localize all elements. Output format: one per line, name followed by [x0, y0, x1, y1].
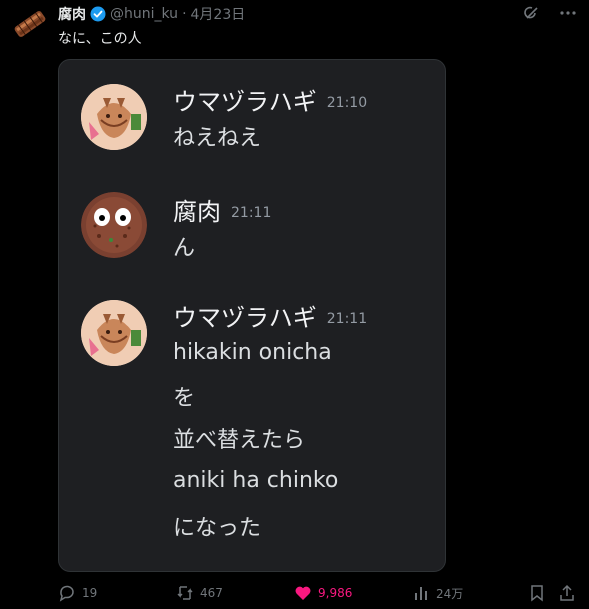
attached-image[interactable]: ウマヅラハギ 21:10 ねえねえ 腐肉 21:11 ん ウマヅラハギ 21:1…	[58, 59, 446, 572]
like-button[interactable]: 9,986	[294, 584, 352, 602]
views-button[interactable]: 24万	[412, 584, 463, 602]
share-icon	[560, 584, 574, 601]
horse-avatar	[81, 300, 147, 366]
more-icon[interactable]	[559, 4, 577, 22]
separator: ·	[182, 6, 187, 22]
reply-count: 19	[82, 586, 98, 600]
like-count: 9,986	[318, 586, 353, 600]
share-button[interactable]	[558, 584, 576, 602]
repost-icon	[177, 586, 193, 600]
message-author: 腐肉 21:11	[173, 192, 271, 227]
grok-icon[interactable]	[523, 4, 541, 22]
message-time: 21:11	[326, 311, 368, 327]
tweet-text: なに、この人	[58, 31, 142, 47]
message-time: 21:10	[326, 95, 368, 111]
tweet: 腐肉 @huni_ku · 4月23日 なに、この人 ウマヅラハギ 21:10 …	[0, 0, 589, 609]
heart-icon	[295, 586, 311, 600]
view-count: 24万	[436, 586, 464, 601]
message-text: を	[173, 386, 196, 411]
horse-avatar	[81, 84, 147, 150]
display-name[interactable]: 腐肉	[58, 4, 86, 24]
handle[interactable]: @huni_ku	[110, 6, 178, 22]
reply-icon	[59, 585, 74, 602]
message-time: 21:11	[231, 205, 272, 221]
post-date[interactable]: 4月23日	[191, 4, 246, 24]
post-header: 腐肉 @huni_ku · 4月23日	[58, 4, 245, 24]
author-avatar[interactable]	[10, 4, 50, 44]
action-bar: 19 467 9,986 24万	[58, 584, 578, 604]
bookmark-button[interactable]	[528, 584, 546, 602]
bookmark-icon	[531, 585, 543, 602]
reply-button[interactable]: 19	[58, 584, 97, 602]
message-text: aniki ha chinko	[173, 468, 339, 493]
message-text: 並べ替えたら	[173, 428, 306, 453]
message-author: ウマヅラハギ 21:10	[173, 82, 367, 117]
header-icons	[523, 4, 577, 22]
author-name: ウマヅラハギ	[173, 88, 317, 116]
message-text: hikakin onicha	[173, 340, 332, 365]
views-icon	[415, 587, 427, 600]
message-author: ウマヅラハギ 21:11	[173, 298, 367, 333]
repost-count: 467	[200, 586, 223, 600]
message-text: ん	[173, 236, 196, 261]
meat-avatar	[81, 192, 147, 258]
verified-badge-icon	[90, 6, 106, 22]
author-name: ウマヅラハギ	[173, 304, 317, 332]
repost-button[interactable]: 467	[176, 584, 223, 602]
message-text: になった	[173, 516, 262, 541]
message-text: ねえねえ	[173, 126, 262, 151]
author-name: 腐肉	[173, 198, 221, 226]
